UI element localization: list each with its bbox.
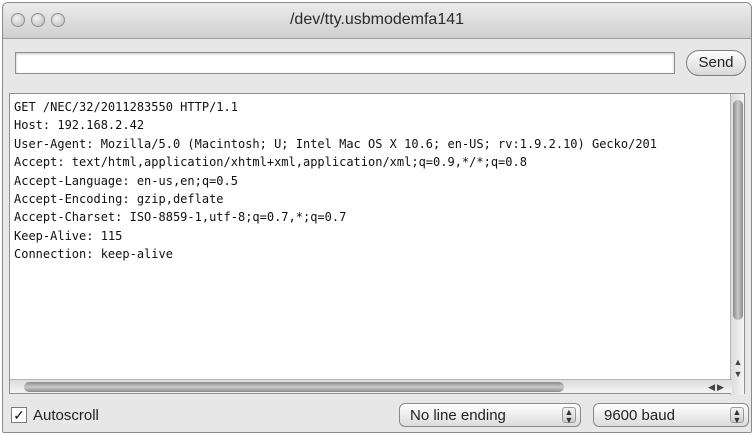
console-line: User-Agent: Mozilla/5.0 (Macintosh; U; I… (14, 136, 657, 151)
baud-rate-value: 9600 baud (604, 407, 675, 424)
window-title: /dev/tty.usbmodemfa141 (289, 11, 465, 28)
console-line: Accept-Encoding: gzip,deflate (14, 192, 224, 207)
console-line: Host: 192.168.2.42 (14, 118, 145, 133)
serial-monitor-window: /dev/tty.usbmodemfa141 Send GET /NEC/32/… (2, 2, 752, 433)
console-line: Connection: keep-alive (14, 247, 173, 262)
send-button[interactable]: Send (686, 50, 746, 76)
send-bar: Send (3, 40, 751, 92)
baud-rate-select[interactable]: 9600 baud ▲ ▼ (593, 403, 749, 427)
vertical-scroll-thumb[interactable] (733, 100, 743, 320)
scroll-down-arrow-icon[interactable]: ▼ (732, 368, 744, 380)
horizontal-scroll-arrows-icon[interactable]: ◀▶ (702, 380, 732, 394)
console-line: Accept-Charset: ISO-8859-1,utf-8;q=0.7,*… (14, 210, 347, 225)
console-line: Keep-Alive: 115 (14, 228, 123, 243)
console-line: Accept: text/html,application/xhtml+xml,… (14, 155, 527, 170)
send-input[interactable] (15, 52, 675, 74)
title-bar: /dev/tty.usbmodemfa141 (3, 3, 751, 39)
vertical-scrollbar[interactable]: ▲ ▼ (730, 94, 744, 395)
horizontal-scroll-thumb[interactable] (24, 382, 564, 392)
autoscroll-checkbox[interactable]: ✓ (11, 407, 27, 423)
line-ending-value: No line ending (410, 407, 506, 424)
serial-output-text: GET /NEC/32/2011283550 HTTP/1.1 Host: 192… (14, 98, 734, 368)
horizontal-scrollbar[interactable]: ◀▶ (10, 379, 732, 393)
line-ending-select[interactable]: No line ending ▲ ▼ (399, 403, 581, 427)
select-arrows-icon: ▲ ▼ (730, 407, 744, 425)
serial-output-area: GET /NEC/32/2011283550 HTTP/1.1 Host: 192… (9, 93, 745, 395)
autoscroll-label: Autoscroll (33, 407, 99, 424)
console-line: Accept-Language: en-us,en;q=0.5 (14, 173, 238, 188)
console-line: GET /NEC/32/2011283550 HTTP/1.1 (14, 100, 238, 114)
select-arrows-icon: ▲ ▼ (562, 407, 576, 425)
scroll-up-arrow-icon[interactable]: ▲ (732, 356, 744, 368)
footer-bar: ✓ Autoscroll No line ending ▲ ▼ 9600 baud… (3, 395, 751, 432)
